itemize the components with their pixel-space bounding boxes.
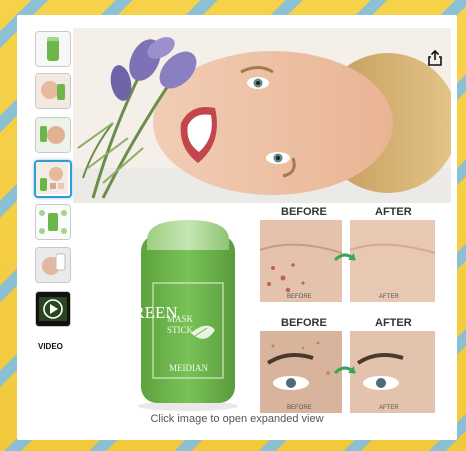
photo-after-tag-top: AFTER (379, 294, 399, 300)
lifestyle-photo (73, 28, 458, 203)
main-product-image[interactable]: GREEN MASK STICK MEIDIAN BEFORE AFTER BE… (73, 28, 458, 413)
image-gallery-panel: VIDEO GREEN MASK STICK MEIDIAN BEFORE AF… (17, 15, 458, 440)
share-button[interactable] (426, 49, 444, 67)
thumb-video[interactable] (35, 291, 71, 327)
product-title-line3: STICK (167, 325, 194, 335)
thumb-model[interactable] (35, 73, 71, 109)
thumb-product[interactable] (35, 31, 71, 67)
share-icon (428, 49, 442, 66)
photo-after-tag-bottom: AFTER (379, 405, 399, 411)
video-label: VIDEO (38, 342, 63, 351)
thumb-ingredients[interactable] (35, 204, 71, 240)
product-brand: MEIDIAN (169, 363, 208, 373)
thumb-lifestyle[interactable] (34, 160, 72, 198)
after-label-bottom: AFTER (375, 317, 412, 329)
before-label-top: BEFORE (281, 206, 327, 218)
photo-before-tag-bottom: BEFORE (287, 405, 312, 411)
thumb-application[interactable] (35, 247, 71, 283)
photo-before-tag-top: BEFORE (287, 294, 312, 300)
expand-view-caption: Click image to open expanded view (150, 413, 324, 425)
product-title-line2: MASK (167, 314, 194, 324)
thumb-before-after[interactable] (35, 117, 71, 153)
before-label-bottom: BEFORE (281, 317, 327, 329)
after-label-top: AFTER (375, 206, 412, 218)
play-icon (36, 292, 70, 326)
